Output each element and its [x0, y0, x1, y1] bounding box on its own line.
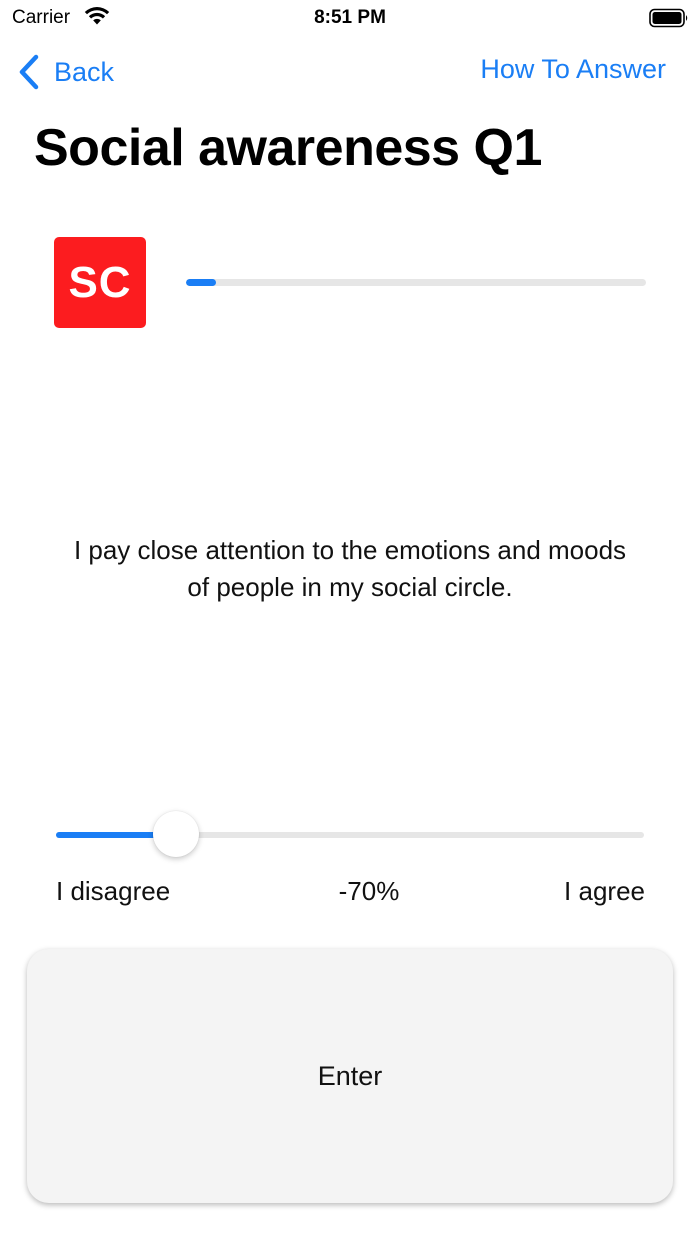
page-title: Social awareness Q1: [34, 119, 542, 177]
back-button[interactable]: Back: [18, 52, 114, 92]
slider-thumb[interactable]: [153, 811, 200, 857]
status-bar: Carrier 8:51 PM: [0, 0, 700, 36]
slider-max-label: I agree: [564, 876, 645, 906]
battery-icon: [649, 8, 688, 28]
category-badge: SC: [54, 237, 146, 328]
status-time: 8:51 PM: [314, 7, 386, 28]
back-button-label: Back: [54, 56, 115, 87]
question-text: I pay close attention to the emotions an…: [73, 535, 627, 602]
agreement-slider[interactable]: [56, 810, 644, 860]
chevron-left-icon: [19, 54, 39, 90]
enter-button[interactable]: Enter: [27, 949, 673, 1203]
question-screen: Carrier 8:51 PM Back How To Answer Socia…: [0, 0, 700, 1244]
how-to-answer-button[interactable]: How To Answer: [480, 54, 666, 85]
question-progress-fill: [186, 279, 216, 286]
question-progress-bar: [186, 279, 646, 286]
